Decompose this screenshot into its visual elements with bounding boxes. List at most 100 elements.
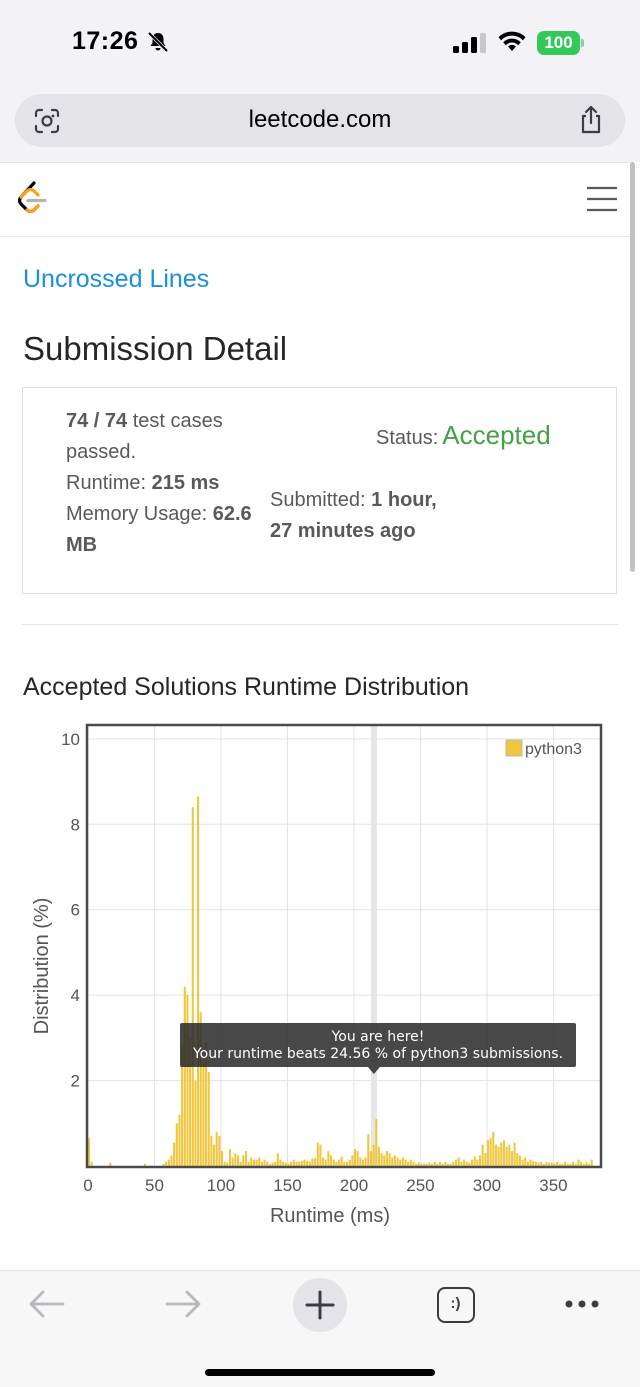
bar[interactable] [439, 1161, 442, 1166]
bar[interactable] [553, 1163, 556, 1166]
bar[interactable] [399, 1159, 402, 1166]
bar[interactable] [518, 1155, 521, 1166]
bar[interactable] [577, 1159, 580, 1166]
bar[interactable] [572, 1161, 575, 1166]
bar[interactable] [303, 1159, 306, 1166]
bar[interactable] [210, 1136, 213, 1166]
bar[interactable] [542, 1163, 545, 1166]
bar[interactable] [396, 1157, 399, 1166]
bar[interactable] [220, 1151, 224, 1166]
bar[interactable] [447, 1163, 450, 1166]
bar[interactable] [271, 1162, 274, 1166]
bar[interactable] [444, 1161, 447, 1166]
bar[interactable] [532, 1160, 535, 1166]
bar[interactable] [455, 1159, 458, 1166]
bar[interactable] [369, 1151, 372, 1166]
bar[interactable] [338, 1159, 341, 1166]
bar[interactable] [463, 1159, 466, 1166]
bar[interactable] [194, 1080, 197, 1166]
bar[interactable] [484, 1153, 487, 1166]
bar[interactable] [521, 1159, 524, 1166]
bar[interactable] [409, 1159, 412, 1166]
bar[interactable] [569, 1163, 572, 1166]
bar[interactable] [258, 1157, 261, 1166]
bar[interactable] [441, 1163, 444, 1166]
bar[interactable] [290, 1161, 293, 1166]
runtime-distribution-chart[interactable]: 0 50 100 150 200 250 300 350 2 4 6 8 10 Runtime (ms) D… [0, 718, 630, 1238]
bar[interactable] [300, 1160, 303, 1166]
bar[interactable] [306, 1160, 309, 1166]
bar[interactable] [513, 1142, 516, 1166]
bar[interactable] [268, 1163, 271, 1166]
bar[interactable] [165, 1161, 168, 1166]
bar[interactable] [380, 1153, 383, 1166]
bar[interactable] [580, 1161, 583, 1166]
back-icon[interactable] [28, 1289, 66, 1319]
bar[interactable] [88, 1138, 91, 1166]
bar[interactable] [260, 1161, 263, 1166]
bar[interactable] [207, 1072, 210, 1166]
bar[interactable] [252, 1159, 255, 1166]
bar[interactable] [282, 1161, 285, 1166]
bar[interactable] [367, 1133, 370, 1166]
bar[interactable] [558, 1163, 561, 1166]
bar[interactable] [324, 1159, 327, 1166]
bar[interactable] [242, 1155, 245, 1166]
bar[interactable] [529, 1159, 532, 1166]
bar[interactable] [263, 1159, 266, 1166]
bar[interactable] [223, 1161, 226, 1166]
bar[interactable] [385, 1151, 388, 1166]
bar[interactable] [585, 1161, 588, 1166]
bar[interactable] [582, 1163, 585, 1166]
leetcode-logo[interactable] [14, 180, 48, 218]
forward-icon[interactable] [164, 1289, 202, 1319]
bar[interactable] [351, 1155, 354, 1166]
bar[interactable] [276, 1153, 279, 1166]
bar[interactable] [186, 995, 189, 1166]
bar[interactable] [537, 1162, 540, 1166]
bar[interactable] [359, 1157, 362, 1166]
bar[interactable] [401, 1157, 404, 1166]
bar[interactable] [311, 1158, 314, 1166]
bar[interactable] [540, 1161, 543, 1166]
bar[interactable] [340, 1156, 343, 1166]
bar[interactable] [473, 1156, 476, 1166]
bar[interactable] [590, 1159, 593, 1166]
page-scrollbar[interactable] [630, 162, 635, 572]
url-field[interactable]: leetcode.com [15, 94, 625, 147]
more-icon[interactable] [564, 1298, 600, 1310]
bar[interactable] [364, 1157, 367, 1166]
bar[interactable] [218, 1136, 221, 1166]
bar[interactable] [231, 1157, 234, 1166]
bar[interactable] [494, 1144, 497, 1166]
bar[interactable] [215, 1131, 218, 1166]
bar[interactable] [420, 1163, 423, 1166]
bar[interactable] [481, 1144, 484, 1166]
problem-link[interactable]: Uncrossed Lines [23, 265, 209, 294]
bar[interactable] [508, 1144, 511, 1166]
bar[interactable] [548, 1162, 551, 1166]
bar[interactable] [244, 1151, 247, 1166]
bar[interactable] [322, 1157, 325, 1166]
bar[interactable] [109, 1162, 112, 1166]
bar[interactable] [425, 1163, 428, 1166]
bar[interactable] [170, 1155, 173, 1166]
bar[interactable] [292, 1159, 295, 1166]
bar[interactable] [247, 1161, 250, 1166]
bar[interactable] [545, 1161, 548, 1166]
bar[interactable] [407, 1161, 410, 1166]
bar[interactable] [500, 1142, 503, 1166]
bar[interactable] [393, 1155, 396, 1166]
bar[interactable] [356, 1151, 359, 1166]
bar[interactable] [566, 1163, 569, 1166]
bar[interactable] [561, 1163, 564, 1166]
bar[interactable] [178, 1114, 181, 1166]
share-icon[interactable] [577, 105, 605, 135]
bar[interactable] [574, 1163, 577, 1166]
bar[interactable] [449, 1163, 452, 1166]
bar[interactable] [236, 1155, 240, 1166]
bar[interactable] [197, 796, 200, 1166]
bar[interactable] [492, 1131, 495, 1166]
bar[interactable] [436, 1163, 439, 1166]
bar[interactable] [213, 1144, 216, 1166]
